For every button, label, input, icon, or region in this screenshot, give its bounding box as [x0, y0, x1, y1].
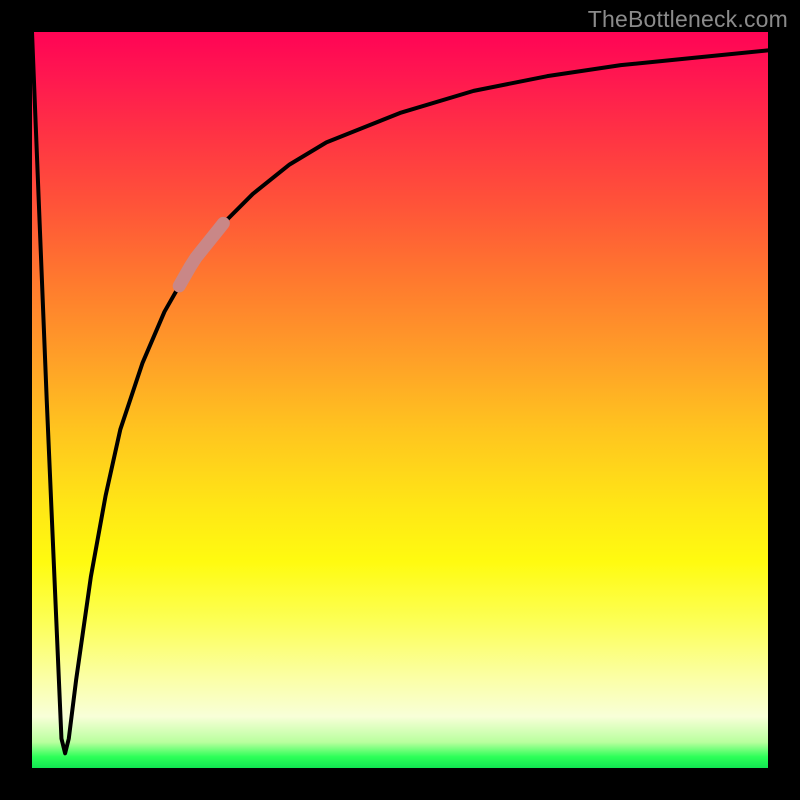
bottleneck-curve: [32, 32, 768, 753]
plot-area: [32, 32, 768, 768]
watermark-text: TheBottleneck.com: [588, 6, 788, 33]
curve-main-path: [32, 32, 768, 753]
curve-svg: [32, 32, 768, 768]
curve-highlight-segment: [179, 223, 223, 286]
chart-frame: TheBottleneck.com: [0, 0, 800, 800]
